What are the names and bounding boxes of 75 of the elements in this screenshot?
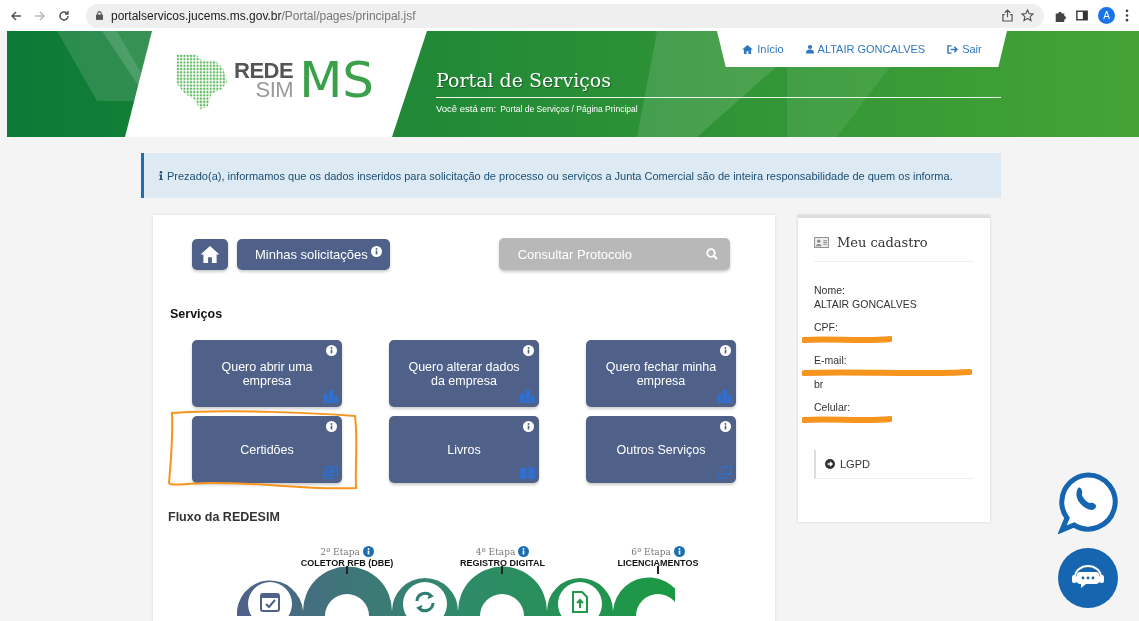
building-icon xyxy=(520,390,535,403)
field-value: br xyxy=(814,377,825,391)
field-label: E-mail: xyxy=(814,353,848,367)
copy-icon xyxy=(717,466,732,479)
puzzle-icon[interactable] xyxy=(1054,9,1066,22)
step-name: LICENCIAMENTOS xyxy=(617,558,699,568)
info-icon xyxy=(326,345,337,356)
portal-title: Portal de Serviços xyxy=(436,69,1001,98)
share-icon[interactable] xyxy=(1002,9,1013,22)
service-tile[interactable]: Quero alterar dados da empresa xyxy=(389,340,539,407)
logo-text: SIM xyxy=(255,80,294,99)
info-icon xyxy=(518,546,530,557)
chat-button[interactable] xyxy=(1058,548,1118,608)
id-card-icon xyxy=(814,237,829,248)
side-panel-icon[interactable] xyxy=(1076,10,1088,21)
lock-icon xyxy=(96,11,103,20)
service-tile[interactable]: Livros xyxy=(389,416,539,483)
requests-button[interactable]: Minhas solicitações xyxy=(237,238,390,270)
nav-link[interactable]: Início xyxy=(742,43,784,55)
service-tile[interactable]: Certidões xyxy=(192,416,342,483)
nav-link[interactable]: Sair xyxy=(947,43,982,55)
step-number: 4ª Etapa xyxy=(475,546,516,557)
info-icon xyxy=(370,245,382,257)
nav-link[interactable]: ALTAIR GONCALVES xyxy=(805,43,926,55)
info-icon xyxy=(673,546,685,557)
sync-icon xyxy=(415,591,435,613)
home-icon xyxy=(742,44,754,54)
calendar-check-icon xyxy=(260,593,280,612)
field-value: ALTAIR GONCALVES xyxy=(814,297,918,311)
logout-icon xyxy=(947,44,959,54)
card-title: Meu cadastro xyxy=(837,235,928,250)
user-icon xyxy=(805,44,814,54)
search-icon xyxy=(705,248,718,260)
step-name: COLETOR RFB (DBE) xyxy=(300,558,394,568)
url-text: portalservicos.jucems.ms.gov.br/Portal/pages/principal.jsf xyxy=(111,8,416,23)
book-icon xyxy=(520,466,535,479)
info-icon xyxy=(362,546,374,557)
field-label: Nome: xyxy=(814,283,846,297)
notice-text: Prezado(a), informamos que os dados inseridos para solicitação de processo ou serviços a Junta Comercial são de inteira responsabilidade de quem os informa. xyxy=(167,169,953,182)
star-icon[interactable] xyxy=(1021,9,1034,22)
breadcrumb[interactable]: Portal de Serviços / Página Principal xyxy=(500,104,638,114)
building-icon xyxy=(323,390,338,403)
field-label: CPF: xyxy=(814,320,839,334)
breadcrumb-label: Você está em: xyxy=(436,103,497,114)
reload-icon[interactable] xyxy=(58,9,70,22)
service-tile[interactable]: Quero abrir uma empresa xyxy=(192,340,342,407)
lgpd-link[interactable]: LGPD xyxy=(814,450,974,479)
whatsapp-icon[interactable] xyxy=(1058,472,1118,534)
info-icon xyxy=(523,345,534,356)
info-icon xyxy=(720,345,731,356)
info-icon xyxy=(159,171,163,180)
step-name: REGISTRO DIGITAL xyxy=(460,558,545,568)
section-title: Serviços xyxy=(170,307,224,321)
section-title: Fluxo da REDESIM xyxy=(168,510,281,524)
address-bar[interactable]: portalservicos.jucems.ms.gov.br/Portal/pages/principal.jsf xyxy=(86,3,1044,28)
arrow-circle-icon xyxy=(825,459,835,469)
service-tile[interactable]: Outros Serviços xyxy=(586,416,736,483)
back-icon[interactable] xyxy=(10,9,22,22)
logo-mark: MS xyxy=(299,55,374,105)
document-copy-icon xyxy=(323,466,338,479)
search-field[interactable]: Consultar Protocolo xyxy=(498,238,730,270)
profile-avatar[interactable]: A xyxy=(1098,7,1115,24)
service-tile[interactable]: Quero fechar minha empresa xyxy=(586,340,736,407)
logo-text: REDE xyxy=(234,61,294,80)
home-button[interactable] xyxy=(192,238,228,270)
info-icon xyxy=(326,421,337,432)
info-icon xyxy=(720,421,731,432)
step-number: 6ª Etapa xyxy=(631,546,671,557)
file-upload-icon xyxy=(572,591,588,613)
info-icon xyxy=(523,421,534,432)
step-number: 2ª Etapa xyxy=(320,546,360,557)
more-icon[interactable] xyxy=(1125,9,1129,22)
home-icon xyxy=(200,245,220,263)
field-label: Celular: xyxy=(814,400,852,414)
building-icon xyxy=(717,390,732,403)
